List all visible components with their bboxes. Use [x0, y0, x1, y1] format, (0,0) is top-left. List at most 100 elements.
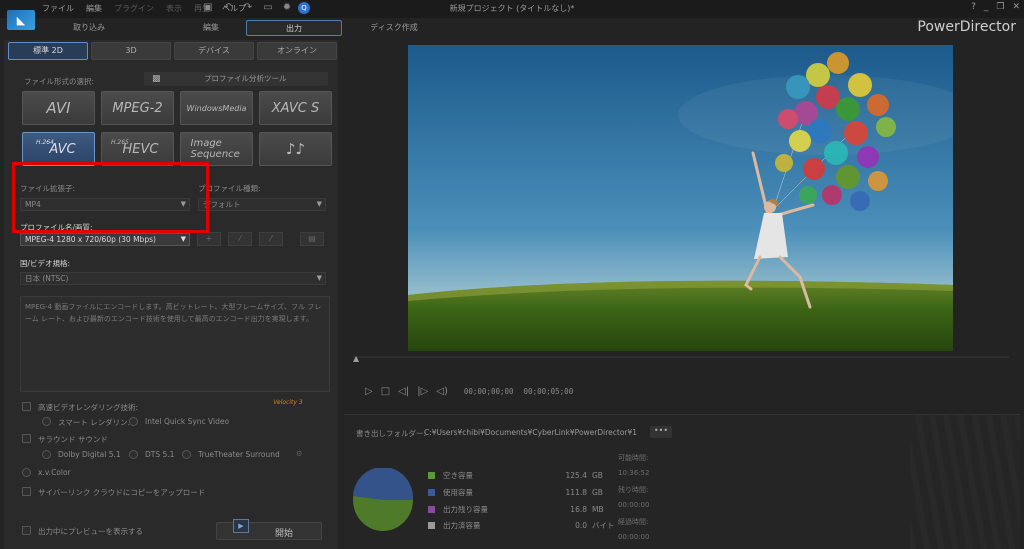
legend-name: 使用容量 — [443, 488, 473, 497]
subtab-3d[interactable]: 3D — [91, 42, 171, 60]
settings-icon[interactable]: ✹ — [281, 2, 293, 14]
user-icon[interactable]: Q — [298, 2, 310, 14]
profile-name-value: MPEG-4 1280 x 720/60p (30 Mbps) — [25, 235, 156, 244]
restore-icon[interactable]: ❐ — [996, 2, 1004, 12]
profile-description: MPEG-4 動画ファイルにエンコードします。高ビットレート、大型フレームサイズ… — [20, 296, 330, 392]
cloud-upload-checkbox[interactable] — [22, 487, 31, 496]
profile-type-select[interactable]: デフォルト ▼ — [198, 198, 326, 211]
volume-icon[interactable]: ◁) — [436, 386, 448, 397]
profile-name-label: プロファイル名/画質: — [20, 223, 93, 232]
surround-label: サラウンド サウンド — [38, 435, 108, 444]
intel-qsv-radio[interactable] — [129, 417, 138, 426]
format-wmv-button[interactable]: WindowsMedia — [180, 91, 253, 125]
dts-label: DTS 5.1 — [145, 450, 175, 459]
menu-edit[interactable]: 編集 — [86, 3, 102, 14]
menu-view[interactable]: 表示 — [166, 3, 182, 14]
start-button[interactable]: ▶ 開始 — [216, 519, 322, 540]
dts-radio[interactable] — [129, 450, 138, 459]
legend-value: 111.8 — [565, 488, 587, 497]
legend-unit: GB — [592, 471, 603, 480]
truetheater-settings-icon[interactable]: ⚙ — [296, 449, 303, 458]
country-select[interactable]: 日本 (NTSC) ▼ — [20, 272, 326, 285]
format-xavcs-button[interactable]: XAVC S — [259, 91, 332, 125]
export-info-panel: 書き出しフォルダー: C:¥Users¥chibi¥Documents¥Cybe… — [344, 414, 1020, 549]
minimize-icon[interactable]: _ — [984, 2, 989, 12]
timecode-total: 00;00;05;00 — [523, 387, 574, 396]
tab-capture[interactable]: 取り込み — [64, 20, 114, 36]
timecode-current: 00;00;00;00 — [463, 387, 514, 396]
surround-checkbox[interactable] — [22, 434, 31, 443]
legend-value: 16.8 — [570, 505, 587, 514]
country-value: 日本 (NTSC) — [25, 274, 69, 283]
next-frame-icon[interactable]: |▷ — [417, 386, 428, 397]
edit-profile-button[interactable]: ⁄ — [228, 232, 252, 246]
legend-unit: バイト — [592, 521, 615, 530]
preview-while-producing-checkbox[interactable] — [22, 526, 31, 535]
close-icon[interactable]: ✕ — [1012, 2, 1020, 12]
redo-icon[interactable]: ↷ — [242, 2, 254, 14]
profile-analyzer-button[interactable]: ▩ プロファイル分析ツール — [144, 72, 328, 86]
format-avi-button[interactable]: AVI — [22, 91, 95, 125]
menu-plugins[interactable]: プラグイン — [114, 3, 154, 14]
extension-select[interactable]: MP4 ▼ — [20, 198, 190, 211]
help-icon[interactable]: ? — [971, 2, 976, 12]
disk-free-row: 空き容量 125.4 GB — [428, 470, 603, 481]
layout-icon[interactable]: ▭ — [262, 2, 274, 14]
format-hevc-button[interactable]: H.265 HEVC — [101, 132, 174, 166]
format-avc-button[interactable]: H.264 AVC — [22, 132, 95, 166]
subtab-standard-2d[interactable]: 標準 2D — [8, 42, 88, 60]
scrub-bar[interactable] — [353, 356, 1009, 358]
legend-value: 0.0 — [575, 521, 587, 530]
tab-disc[interactable]: ディスク作成 — [362, 20, 426, 36]
truetheater-radio[interactable] — [182, 450, 191, 459]
remaining-time-label: 残り時間: — [618, 486, 649, 494]
playhead-icon[interactable]: ▲ — [353, 354, 359, 363]
menu-file[interactable]: ファイル — [42, 3, 74, 14]
extension-value: MP4 — [25, 200, 41, 209]
country-label: 国/ビデオ規格: — [20, 259, 71, 268]
subtab-online[interactable]: オンライン — [257, 42, 337, 60]
extension-label: ファイル拡張子: — [20, 184, 76, 193]
play-icon[interactable]: ▷ — [365, 386, 373, 397]
output-done-row: 出力済容量 0.0 バイト — [428, 520, 615, 531]
output-folder-path: C:¥Users¥chibi¥Documents¥CyberLink¥Power… — [424, 428, 638, 437]
elapsed-time-label: 経過時間: — [618, 518, 649, 526]
format-image-sequence-button[interactable]: Image Sequence — [180, 132, 253, 166]
undo-icon[interactable]: ↶ — [222, 2, 234, 14]
subtab-device[interactable]: デバイス — [174, 42, 254, 60]
fast-render-label: 高速ビデオレンダリング技術: — [38, 403, 139, 412]
profile-info-button[interactable]: ▤ — [300, 232, 324, 246]
preview-while-producing-label: 出力中にプレビューを表示する — [38, 527, 143, 536]
delete-profile-button[interactable]: ⁄ — [259, 232, 283, 246]
truetheater-label: TrueTheater Surround — [198, 450, 280, 459]
fast-render-checkbox[interactable] — [22, 402, 31, 411]
produce-settings-panel: 標準 2D 3D デバイス オンライン ファイル形式の選択: ▩ プロファイル分… — [4, 40, 338, 549]
format-grid: AVI MPEG-2 WindowsMedia XAVC S H.264 AVC… — [22, 91, 332, 166]
elapsed-time-value: 00:00:00 — [618, 533, 650, 541]
legend-swatch — [428, 489, 435, 496]
legend-name: 出力済容量 — [443, 521, 481, 530]
legend-swatch — [428, 522, 435, 529]
tab-produce[interactable]: 出力 — [246, 20, 342, 36]
prev-frame-icon[interactable]: ◁| — [398, 386, 409, 397]
format-mpeg2-button[interactable]: MPEG-2 — [101, 91, 174, 125]
start-button-label: 開始 — [275, 529, 294, 539]
disk-usage-pie — [353, 468, 414, 531]
smart-render-radio[interactable] — [42, 417, 51, 426]
legend-name: 出力残り容量 — [443, 505, 488, 514]
chevron-down-icon: ▼ — [316, 200, 322, 208]
dolby-radio[interactable] — [42, 450, 51, 459]
player-controls: ▷ □ ◁| |▷ ◁) 00;00;00;00 00;00;05;00 — [365, 386, 573, 397]
format-label: MPEG-2 — [112, 100, 163, 116]
stop-icon[interactable]: □ — [381, 386, 390, 397]
xvcolor-radio[interactable] — [22, 468, 31, 477]
brand-name: PowerDirector — [917, 19, 1016, 35]
add-profile-button[interactable]: + — [197, 232, 221, 246]
preview-photo — [408, 45, 953, 351]
format-sup: H.264 — [36, 139, 54, 146]
profile-name-select[interactable]: MPEG-4 1280 x 720/60p (30 Mbps) ▼ — [20, 233, 190, 246]
save-icon[interactable]: ▣ — [202, 2, 214, 14]
format-audio-button[interactable]: ♪♪ — [259, 132, 332, 166]
browse-folder-button[interactable]: ••• — [650, 426, 672, 438]
tab-edit[interactable]: 編集 — [186, 20, 236, 36]
